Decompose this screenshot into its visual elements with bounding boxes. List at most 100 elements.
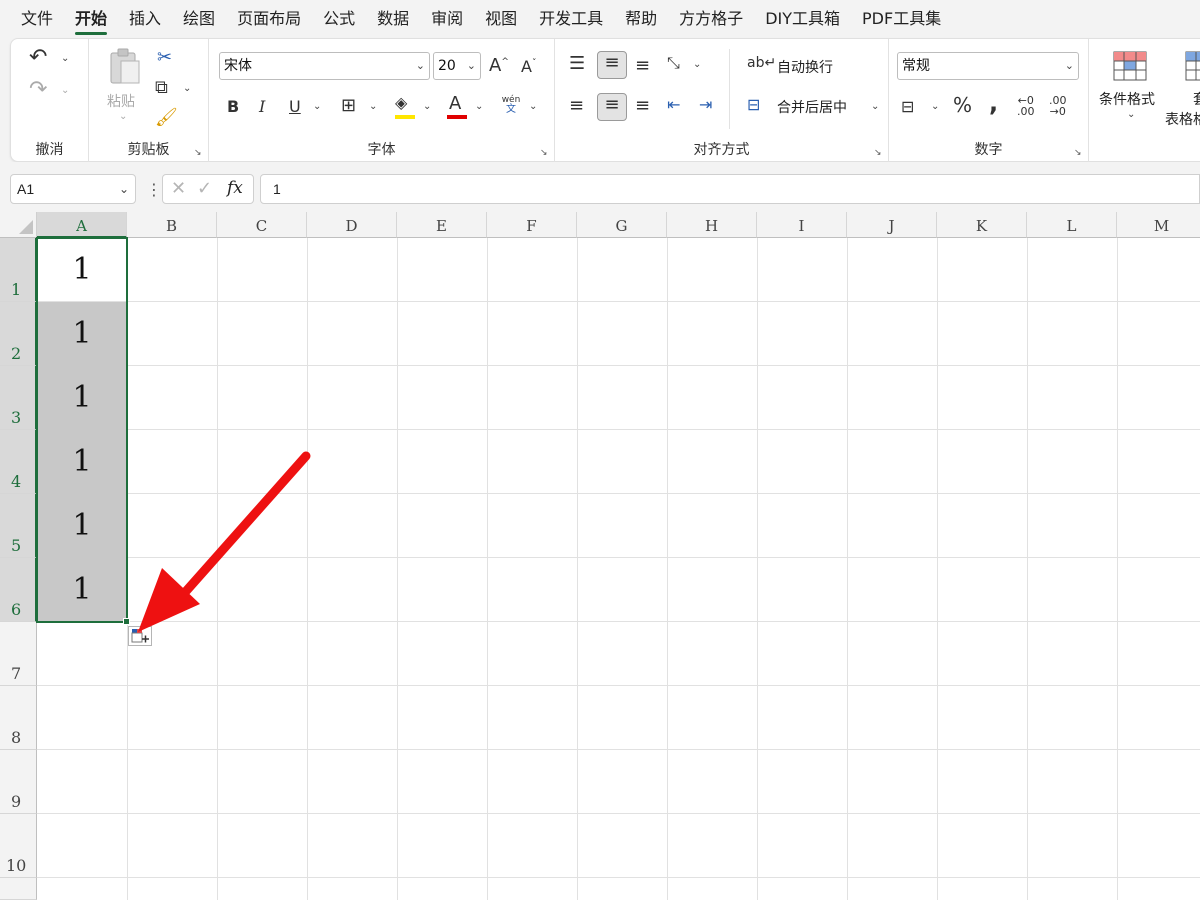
undo-dropdown-icon[interactable]: ⌄ [61, 53, 69, 64]
decrease-indent-icon[interactable]: ⇤ [667, 95, 680, 114]
bold-icon[interactable]: B [227, 97, 239, 116]
menu-bar: 文件 开始 插入 绘图 页面布局 公式 数据 审阅 视图 开发工具 帮助 方方格… [0, 0, 1200, 38]
increase-decimal-icon[interactable]: ←0.00 [1017, 95, 1035, 117]
conditional-format-icon[interactable] [1113, 51, 1147, 81]
decrease-decimal-icon[interactable]: .00 →0 [1049, 95, 1067, 117]
font-group: 宋体 ⌄ 20 ⌄ A^ Aˇ B I U ⌄ ⊞ ⌄ ◈ ⌄ A ⌄ wén … [209, 39, 555, 163]
alignment-launcher-icon[interactable]: ↘ [874, 147, 884, 157]
alignment-divider [729, 49, 730, 129]
formula-bar: A1 ⌄ ⋮ ✕ ✓ fx 1 [0, 162, 1200, 212]
styles-group: 条件格式 ⌄ 套 表格格 样 [1089, 39, 1200, 163]
tab-page-layout[interactable]: 页面布局 [226, 0, 312, 38]
orientation-dropdown-icon[interactable]: ⌄ [693, 59, 701, 70]
merge-center-icon[interactable]: ⊟ [747, 95, 760, 114]
cut-icon[interactable]: ✂ [157, 47, 172, 68]
font-group-label: 字体 [367, 142, 396, 158]
number-format-value: 常规 [902, 58, 930, 74]
redo-dropdown-icon[interactable]: ⌄ [61, 85, 69, 96]
tab-file[interactable]: 文件 [10, 0, 64, 38]
align-center-icon[interactable]: ≡ [597, 93, 627, 121]
font-launcher-icon[interactable]: ↘ [540, 147, 550, 157]
formula-bar-grip-icon[interactable]: ⋮ [146, 180, 162, 200]
tab-home[interactable]: 开始 [64, 0, 118, 38]
font-color-icon[interactable]: A [449, 93, 461, 114]
worksheet-grid: A B C D E F G H I J K L M 1 2 3 4 5 6 7 … [0, 212, 1200, 900]
tab-data[interactable]: 数据 [366, 0, 420, 38]
format-as-table-label-bottom[interactable]: 表格格 [1165, 109, 1200, 129]
underline-icon[interactable]: U [289, 97, 301, 116]
paste-dropdown-icon[interactable]: ⌄ [119, 111, 127, 122]
alignment-group-label: 对齐方式 [693, 142, 750, 158]
phonetic-dropdown-icon[interactable]: ⌄ [529, 101, 537, 112]
number-group: 常规 ⌄ ⊟ ⌄ % , ←0.00 .00 →0 数字 ↘ [889, 39, 1089, 163]
tab-formulas[interactable]: 公式 [312, 0, 366, 38]
tab-insert[interactable]: 插入 [118, 0, 172, 38]
tab-review[interactable]: 审阅 [420, 0, 474, 38]
conditional-format-dropdown-icon[interactable]: ⌄ [1127, 109, 1135, 120]
redo-icon[interactable]: ↷ [29, 77, 47, 102]
number-format-select[interactable]: 常规 ⌄ [897, 52, 1079, 80]
align-right-icon[interactable]: ≡ [635, 95, 650, 116]
accounting-dropdown-icon[interactable]: ⌄ [931, 101, 939, 112]
font-size-select[interactable]: 20 ⌄ [433, 52, 481, 80]
clipboard-launcher-icon[interactable]: ↘ [194, 147, 204, 157]
wrap-text-label[interactable]: 自动换行 [777, 57, 833, 77]
comma-style-icon[interactable]: , [989, 89, 998, 117]
format-painter-icon[interactable]: 🖌 [155, 107, 178, 128]
chevron-down-icon[interactable]: ⌄ [119, 175, 129, 203]
copy-icon[interactable]: ⧉ [155, 77, 168, 98]
conditional-format-label[interactable]: 条件格式 [1099, 89, 1155, 109]
fill-color-dropdown-icon[interactable]: ⌄ [423, 101, 431, 112]
wrap-text-icon[interactable]: ab↵ [747, 55, 776, 71]
font-name-select[interactable]: 宋体 ⌄ [219, 52, 430, 80]
orientation-icon[interactable]: ⤡ [667, 53, 680, 73]
fill-color-icon[interactable]: ◈ [395, 93, 407, 112]
fill-color-swatch [395, 115, 415, 119]
tab-draw[interactable]: 绘图 [172, 0, 226, 38]
percent-icon[interactable]: % [953, 93, 972, 117]
tab-pdf-tools[interactable]: PDF工具集 [851, 0, 952, 38]
merge-dropdown-icon[interactable]: ⌄ [871, 101, 879, 112]
tab-help[interactable]: 帮助 [614, 0, 668, 38]
ribbon: ↶ ⌄ ↷ ⌄ 撤消 粘贴 ⌄ ✂ ⧉ ⌄ 🖌 剪贴板 ↘ 宋体 ⌄ 20 ⌄ … [10, 38, 1200, 163]
chevron-down-icon: ⌄ [415, 59, 425, 72]
formula-buttons: ✕ ✓ fx [162, 174, 254, 204]
merge-center-label[interactable]: 合并后居中 [777, 97, 847, 117]
tab-view[interactable]: 视图 [474, 0, 528, 38]
italic-icon[interactable]: I [259, 97, 265, 116]
copy-dropdown-icon[interactable]: ⌄ [183, 83, 191, 94]
paste-icon[interactable] [107, 47, 143, 85]
increase-font-icon[interactable]: A^ [489, 55, 509, 76]
tab-developer[interactable]: 开发工具 [528, 0, 614, 38]
align-bottom-icon[interactable]: ≡ [635, 55, 650, 76]
formula-input[interactable]: 1 [260, 174, 1200, 204]
insert-function-icon[interactable]: fx [227, 178, 243, 198]
alignment-group: ☰ ≡ ≡ ⤡ ⌄ ≡ ≡ ≡ ⇤ ⇥ ab↵ 自动换行 ⊟ 合并后居中 ⌄ 对… [555, 39, 889, 163]
border-dropdown-icon[interactable]: ⌄ [369, 101, 377, 112]
undo-icon[interactable]: ↶ [29, 45, 47, 70]
tab-fangfang[interactable]: 方方格子 [668, 0, 754, 38]
align-middle-icon[interactable]: ≡ [597, 51, 627, 79]
format-as-table-label-top[interactable]: 套 [1193, 89, 1200, 109]
border-icon[interactable]: ⊞ [341, 95, 356, 116]
font-color-dropdown-icon[interactable]: ⌄ [475, 101, 483, 112]
tab-diy-toolbox[interactable]: DIY工具箱 [754, 0, 851, 38]
format-as-table-icon[interactable] [1185, 51, 1200, 81]
increase-indent-icon[interactable]: ⇥ [699, 95, 712, 114]
number-launcher-icon[interactable]: ↘ [1074, 147, 1084, 157]
decrease-font-icon[interactable]: Aˇ [521, 57, 536, 76]
underline-dropdown-icon[interactable]: ⌄ [313, 101, 321, 112]
chevron-down-icon: ⌄ [1064, 59, 1074, 72]
number-group-label: 数字 [974, 142, 1003, 158]
align-left-icon[interactable]: ≡ [569, 95, 584, 116]
name-box-value: A1 [17, 181, 35, 197]
name-box[interactable]: A1 ⌄ [10, 174, 136, 204]
chevron-down-icon: ⌄ [466, 59, 476, 72]
enter-icon[interactable]: ✓ [197, 178, 212, 199]
align-top-icon[interactable]: ☰ [569, 53, 585, 74]
phonetic-icon[interactable]: wén 文 [499, 95, 523, 115]
accounting-format-icon[interactable]: ⊟ [901, 97, 914, 116]
cancel-icon[interactable]: ✕ [171, 178, 186, 199]
paste-label[interactable]: 粘贴 [107, 91, 135, 111]
font-size-value: 20 [438, 58, 456, 74]
